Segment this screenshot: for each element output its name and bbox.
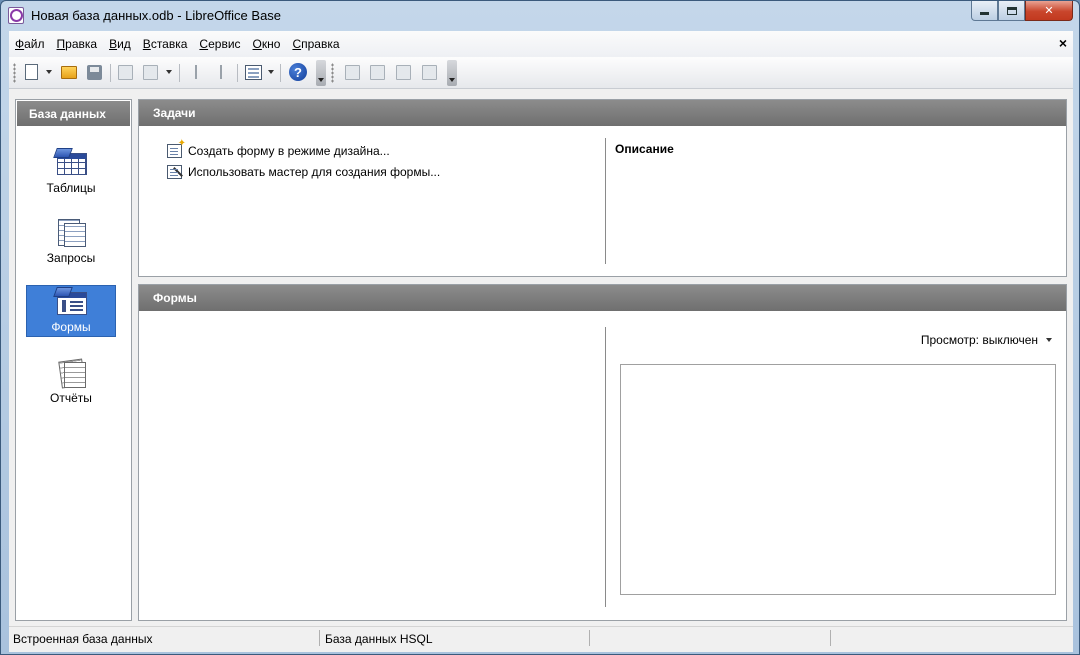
save-icon <box>86 64 102 80</box>
forms-divider <box>605 327 606 607</box>
form-icon <box>53 287 87 317</box>
status-embedded-db: Встроенная база данных <box>13 632 153 646</box>
forms-panel-header: Формы <box>139 285 1066 311</box>
close-icon: ✕ <box>1044 5 1054 17</box>
nav-label-forms: Формы <box>51 320 91 334</box>
menu-edit[interactable]: Правка <box>57 37 104 51</box>
database-panel-header: База данных <box>17 101 130 126</box>
edit-object-button[interactable] <box>367 62 387 82</box>
chevron-down-icon <box>1046 338 1052 342</box>
status-db-type: База данных HSQL <box>325 632 433 646</box>
delete-object-button[interactable] <box>393 62 413 82</box>
form-wizard-icon <box>167 165 182 179</box>
client-area: Файл Правка Вид Вставка Сервис Окно Спра… <box>9 31 1073 652</box>
nav-item-tables[interactable]: Таблицы <box>26 145 116 197</box>
rename-object-button[interactable] <box>419 62 439 82</box>
forms-panel: Формы Просмотр: выключен <box>138 284 1067 621</box>
copy-button[interactable] <box>115 62 135 82</box>
new-dropdown-arrow[interactable] <box>46 70 52 74</box>
sort-descending-icon <box>214 64 228 80</box>
open-object-icon <box>344 64 360 80</box>
form-design-icon <box>167 138 186 158</box>
delete-object-icon <box>395 64 411 80</box>
new-document-button[interactable] <box>21 62 41 82</box>
help-icon: ? <box>289 63 307 81</box>
rename-object-icon <box>421 64 437 80</box>
close-window-button[interactable]: ✕ <box>1025 1 1073 21</box>
save-button[interactable] <box>84 62 104 82</box>
toolbar-separator <box>110 64 111 82</box>
minimize-icon <box>980 12 989 15</box>
task-create-form-design[interactable]: Создать форму в режиме дизайна... <box>167 138 390 158</box>
title-bar[interactable]: Новая база данных.odb - LibreOffice Base… <box>1 1 1079 31</box>
sort-ascending-icon <box>189 64 203 80</box>
forms-list[interactable] <box>139 311 605 620</box>
query-page-front <box>64 223 86 247</box>
paste-button[interactable] <box>140 62 160 82</box>
maximize-button[interactable] <box>998 1 1025 21</box>
menu-bar: Файл Правка Вид Вставка Сервис Окно Спра… <box>9 31 1073 57</box>
menu-file[interactable]: Файл <box>15 37 51 51</box>
new-form-button[interactable] <box>243 62 263 82</box>
maximize-icon <box>1006 6 1017 15</box>
toolbar-separator <box>179 64 180 82</box>
status-separator <box>589 630 590 646</box>
status-separator <box>830 630 831 646</box>
menu-help[interactable]: Справка <box>292 37 345 51</box>
preview-mode-dropdown[interactable]: Просмотр: выключен <box>921 333 1052 347</box>
menu-insert[interactable]: Вставка <box>143 37 194 51</box>
preview-area <box>620 364 1056 595</box>
libreoffice-base-icon[interactable] <box>8 7 24 24</box>
menu-tools[interactable]: Сервис <box>199 37 246 51</box>
window-title: Новая база данных.odb - LibreOffice Base <box>31 8 282 23</box>
toolbar-overflow-button[interactable] <box>316 60 326 86</box>
database-panel: База данных Таблицы Запросы Формы Отчёты <box>15 99 132 621</box>
tasks-divider <box>605 138 606 264</box>
toolbar-separator <box>280 64 281 82</box>
paste-dropdown-arrow[interactable] <box>166 70 172 74</box>
table-icon <box>53 148 87 178</box>
nav-item-reports[interactable]: Отчёты <box>26 355 116 407</box>
open-object-button[interactable] <box>342 62 362 82</box>
menu-window[interactable]: Окно <box>253 37 287 51</box>
nav-item-forms[interactable]: Формы <box>26 285 116 337</box>
edit-object-icon <box>369 64 385 80</box>
new-document-icon <box>24 64 38 80</box>
minimize-button[interactable] <box>971 1 998 21</box>
close-document-button[interactable]: × <box>1059 35 1067 51</box>
toolbar-grip[interactable] <box>13 63 16 83</box>
menu-view[interactable]: Вид <box>109 37 137 51</box>
task-create-form-design-label: Создать форму в режиме дизайна... <box>188 144 390 158</box>
toolbar-grip[interactable] <box>331 63 334 83</box>
description-label: Описание <box>615 142 674 156</box>
report-icon <box>55 358 87 389</box>
task-form-wizard[interactable]: Использовать мастер для создания формы..… <box>167 165 440 179</box>
paste-icon <box>142 64 158 80</box>
help-button[interactable]: ? <box>288 62 308 82</box>
toolbar-separator <box>237 64 238 82</box>
report-page-front <box>64 362 86 388</box>
tasks-panel-header: Задачи <box>139 100 1066 126</box>
copy-icon <box>117 64 133 80</box>
sort-ascending-button[interactable] <box>186 62 206 82</box>
tasks-panel: Задачи Создать форму в режиме дизайна...… <box>138 99 1067 277</box>
status-separator <box>319 630 320 646</box>
status-bar: Встроенная база данных База данных HSQL <box>9 626 1073 652</box>
nav-label-tables: Таблицы <box>46 181 96 195</box>
open-folder-icon <box>61 65 77 79</box>
form-icon <box>244 64 262 80</box>
window-controls: ✕ <box>971 1 1073 21</box>
nav-label-reports: Отчёты <box>50 391 92 405</box>
standard-toolbar: ? <box>9 57 1073 89</box>
app-window: Новая база данных.odb - LibreOffice Base… <box>0 0 1080 655</box>
nav-label-queries: Запросы <box>46 251 96 265</box>
toolbar-overflow-button[interactable] <box>447 60 457 86</box>
preview-mode-label: Просмотр: выключен <box>920 333 1038 347</box>
query-icon <box>55 218 87 248</box>
new-form-dropdown-arrow[interactable] <box>268 70 274 74</box>
nav-item-queries[interactable]: Запросы <box>26 215 116 267</box>
open-button[interactable] <box>59 62 79 82</box>
task-form-wizard-label: Использовать мастер для создания формы..… <box>188 165 441 179</box>
sort-descending-button[interactable] <box>211 62 231 82</box>
